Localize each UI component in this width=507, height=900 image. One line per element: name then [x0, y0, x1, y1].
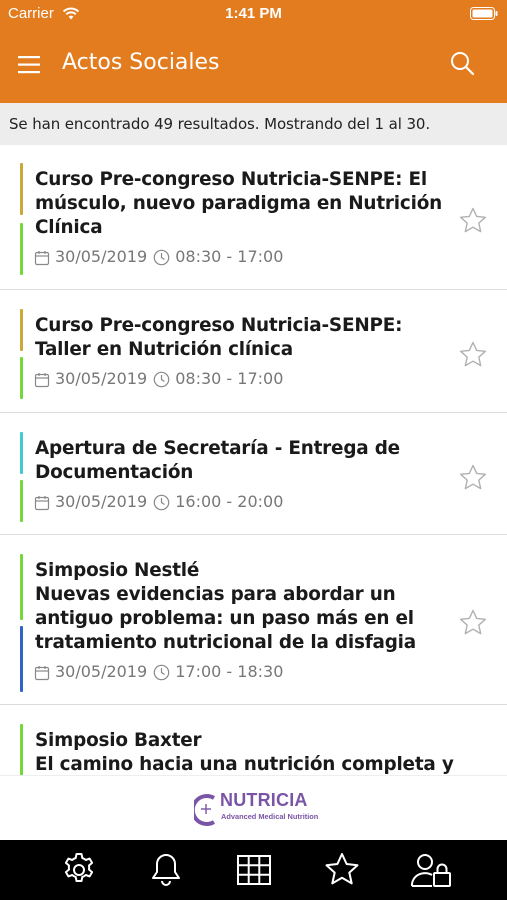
event-title: Apertura de Secretaría - Entrega de Docu…	[35, 438, 400, 483]
favorite-star-icon[interactable]	[458, 608, 488, 638]
event-title: Simposio Nestlé Nuevas evidencias para a…	[35, 560, 416, 653]
results-count-text: Se han encontrado 49 resultados. Mostran…	[9, 115, 431, 133]
event-date: 30/05/2019	[55, 662, 148, 681]
category-color-bar	[20, 554, 23, 620]
star-icon[interactable]	[322, 850, 362, 890]
search-icon[interactable]	[449, 50, 477, 78]
calendar-icon	[34, 492, 50, 511]
event-time: 17:00 - 18:30	[175, 662, 284, 681]
event-date: 30/05/2019	[55, 247, 148, 266]
page-title: Actos Sociales	[62, 50, 220, 75]
event-title: Simposio Baxter El camino hacia una nutr…	[35, 730, 454, 775]
status-time: 1:41 PM	[225, 5, 282, 22]
event-title: Curso Pre-congreso Nutricia-SENPE: El mú…	[35, 169, 443, 238]
event-card[interactable]: Apertura de Secretaría - Entrega de Docu…	[0, 413, 507, 535]
status-bar: Carrier 1:41 PM	[0, 0, 507, 28]
clock-icon	[153, 662, 170, 681]
category-color-bar	[20, 309, 23, 351]
event-list[interactable]: Curso Pre-congreso Nutricia-SENPE: El mú…	[0, 145, 507, 775]
event-title: Curso Pre-congreso Nutricia-SENPE: Talle…	[35, 315, 403, 360]
event-card[interactable]: Simposio Baxter El camino hacia una nutr…	[0, 705, 507, 775]
clock-icon	[153, 369, 170, 388]
battery-icon	[470, 7, 498, 25]
calendar-icon	[34, 662, 50, 681]
event-meta: 30/05/2019 16:00 - 20:00	[34, 491, 283, 513]
event-card[interactable]: Curso Pre-congreso Nutricia-SENPE: Talle…	[0, 290, 507, 413]
clock-icon	[153, 247, 170, 266]
nutricia-emblem-icon	[194, 794, 216, 826]
category-color-bar	[20, 480, 23, 522]
category-color-bar	[20, 724, 23, 775]
category-color-bar	[20, 163, 23, 215]
category-color-bar	[20, 626, 23, 692]
sponsor-name: NUTRICIA	[220, 790, 308, 810]
event-date: 30/05/2019	[55, 369, 148, 388]
calendar-icon	[34, 247, 50, 266]
results-count-bar: Se han encontrado 49 resultados. Mostran…	[0, 103, 507, 145]
event-time: 16:00 - 20:00	[175, 492, 284, 511]
nutricia-logo: NUTRICIA Advanced Medical Nutrition	[194, 790, 324, 830]
calendar-icon	[34, 369, 50, 388]
app-bar: Actos Sociales	[0, 28, 507, 103]
event-card[interactable]: Simposio Nestlé Nuevas evidencias para a…	[0, 535, 507, 705]
sponsor-tagline: Advanced Medical Nutrition	[221, 812, 319, 821]
event-time: 08:30 - 17:00	[175, 247, 284, 266]
event-time: 08:30 - 17:00	[175, 369, 284, 388]
event-date: 30/05/2019	[55, 492, 148, 511]
category-color-bar	[20, 357, 23, 399]
event-card[interactable]: Curso Pre-congreso Nutricia-SENPE: El mú…	[0, 145, 507, 290]
settings-gear-icon[interactable]	[59, 850, 99, 890]
bottom-tab-bar	[0, 840, 507, 900]
sponsor-banner: NUTRICIA Advanced Medical Nutrition	[0, 775, 507, 840]
event-meta: 30/05/2019 08:30 - 17:00	[34, 368, 283, 390]
clock-icon	[153, 492, 170, 511]
favorite-star-icon[interactable]	[458, 206, 488, 236]
grid-icon[interactable]	[234, 850, 274, 890]
bell-icon[interactable]	[146, 850, 186, 890]
category-color-bar	[20, 432, 23, 474]
event-meta: 30/05/2019 08:30 - 17:00	[34, 246, 283, 268]
hamburger-menu-icon[interactable]	[16, 52, 44, 78]
event-meta: 30/05/2019 17:00 - 18:30	[34, 661, 283, 683]
favorite-star-icon[interactable]	[458, 340, 488, 370]
favorite-star-icon[interactable]	[458, 463, 488, 493]
user-lock-icon[interactable]	[410, 850, 451, 890]
category-color-bar	[20, 223, 23, 275]
